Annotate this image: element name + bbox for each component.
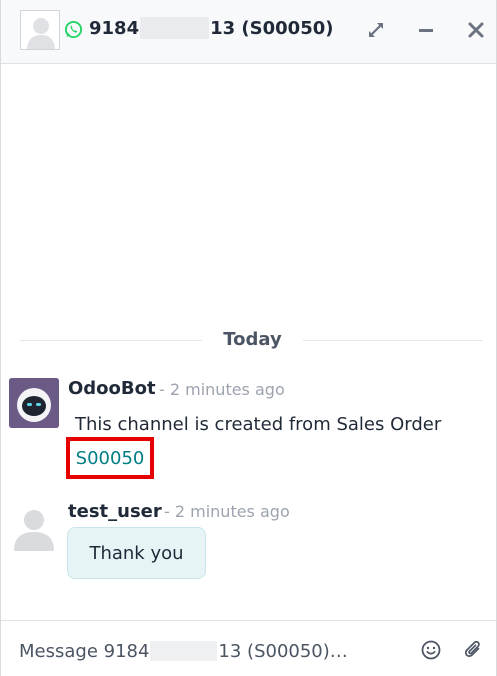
separator-line-right bbox=[303, 340, 483, 341]
expand-button[interactable] bbox=[362, 16, 390, 44]
attach-button[interactable] bbox=[463, 639, 485, 661]
close-button[interactable] bbox=[462, 16, 490, 44]
emoji-button[interactable] bbox=[420, 639, 442, 661]
separator-line-left bbox=[20, 340, 202, 341]
message-body: Thank you bbox=[89, 542, 184, 564]
odoobot-avatar[interactable] bbox=[9, 378, 59, 428]
message-input[interactable]: Message 9184 13 (S00050)… bbox=[19, 639, 399, 663]
sales-order-link[interactable]: S00050 bbox=[66, 437, 154, 479]
whatsapp-icon bbox=[64, 20, 83, 39]
date-separator: Today bbox=[1, 327, 496, 357]
chat-header: 9184 13 (S00050) bbox=[1, 0, 496, 64]
message-timestamp: - 2 minutes ago bbox=[159, 380, 285, 399]
message-body: This channel is created from Sales Order bbox=[75, 414, 442, 435]
message-author[interactable]: test_user bbox=[68, 501, 162, 522]
paperclip-icon bbox=[465, 640, 480, 657]
expand-icon bbox=[369, 23, 383, 37]
minimize-icon bbox=[419, 29, 433, 32]
title-prefix: 9184 bbox=[89, 17, 140, 39]
emoji-icon bbox=[421, 640, 441, 660]
chat-window: 9184 13 (S00050) Today OdooBot - 2 minut… bbox=[0, 0, 497, 676]
message-author[interactable]: OdooBot bbox=[68, 378, 156, 399]
sales-order-link-text[interactable]: S00050 bbox=[76, 448, 145, 469]
message-timestamp: - 2 minutes ago bbox=[164, 502, 290, 521]
user-avatar[interactable] bbox=[9, 501, 59, 551]
minimize-button[interactable] bbox=[412, 16, 440, 44]
contact-avatar[interactable] bbox=[20, 10, 60, 50]
message-composer: Message 9184 13 (S00050)… bbox=[1, 620, 496, 676]
title-suffix: 13 (S00050) bbox=[210, 17, 334, 39]
close-icon bbox=[468, 22, 484, 38]
chat-title: 9184 13 (S00050) bbox=[89, 17, 333, 39]
date-label: Today bbox=[223, 329, 282, 350]
placeholder-prefix: Message 9184 bbox=[19, 640, 150, 662]
redacted-number bbox=[140, 17, 210, 39]
redacted-number bbox=[150, 641, 218, 661]
placeholder-suffix: 13 (S00050)… bbox=[218, 640, 348, 662]
message-thread[interactable]: Today OdooBot - 2 minutes ago This chann… bbox=[1, 65, 496, 620]
message-bubble: Thank you bbox=[67, 527, 206, 579]
